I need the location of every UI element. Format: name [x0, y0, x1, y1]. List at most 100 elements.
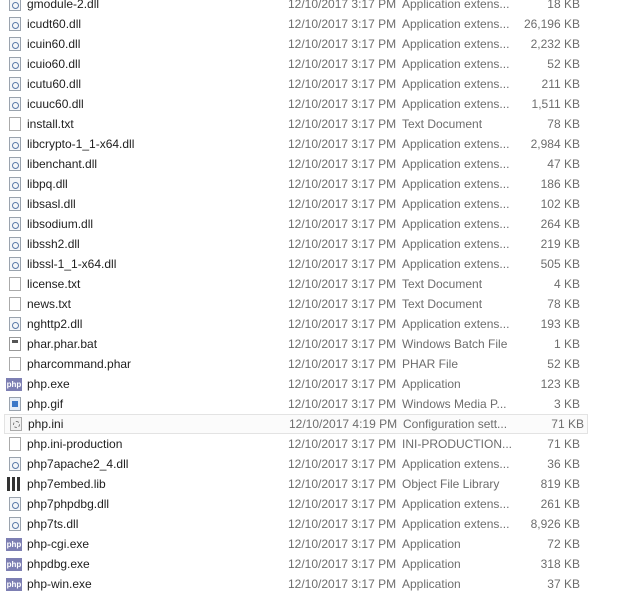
- file-name: libpq.dll: [27, 177, 68, 191]
- file-name: phar.phar.bat: [27, 337, 98, 351]
- file-type: Text Document: [402, 277, 483, 291]
- file-row[interactable]: icuuc60.dll 12/10/2017 3:17 PM Application…: [0, 94, 628, 114]
- file-name: icuuc60.dll: [27, 97, 84, 111]
- file-size: 72 KB: [547, 537, 580, 551]
- file-size: 3 KB: [553, 397, 580, 411]
- file-name: icuin60.dll: [27, 37, 81, 51]
- file-date-modified: 12/10/2017 3:17 PM: [288, 277, 397, 291]
- file-type: Application extens...: [402, 237, 510, 251]
- dll-file-icon: [9, 77, 21, 91]
- file-size: 102 KB: [540, 197, 580, 211]
- php-file-icon: php: [6, 538, 22, 551]
- file-row[interactable]: gmodule-2.dll 12/10/2017 3:17 PM Applicati…: [0, 0, 628, 14]
- txt-file-icon: [9, 357, 21, 371]
- file-name: icuio60.dll: [27, 57, 81, 71]
- file-size: 2,984 KB: [530, 137, 580, 151]
- file-type: Object File Library: [402, 477, 500, 491]
- file-name: phpdbg.exe: [27, 557, 90, 571]
- file-size: 211 KB: [541, 77, 580, 91]
- dll-file-icon: [9, 137, 21, 151]
- file-row[interactable]: libssl-1_1-x64.dll 12/10/2017 3:17 PM Appl…: [0, 254, 628, 274]
- file-type: Application extens...: [402, 257, 510, 271]
- file-type: Windows Media P...: [402, 397, 507, 411]
- file-name: icutu60.dll: [27, 77, 82, 91]
- file-row[interactable]: libenchant.dll 12/10/2017 3:17 PM Applicat…: [0, 154, 628, 174]
- file-date-modified: 12/10/2017 3:17 PM: [288, 217, 397, 231]
- dll-file-icon: [9, 237, 21, 251]
- file-date-modified: 12/10/2017 3:17 PM: [288, 457, 397, 471]
- file-name: libsasl.dll: [27, 197, 76, 211]
- file-name: php7phpdbg.dll: [27, 497, 110, 511]
- file-row[interactable]: news.txt 12/10/2017 3:17 PM Text Document 7…: [0, 294, 628, 314]
- dll-file-icon: [9, 17, 21, 31]
- file-name: license.txt: [27, 277, 81, 291]
- file-size: 71 KB: [547, 437, 580, 451]
- file-row[interactable]: php7embed.lib 12/10/2017 3:17 PM Object Fi…: [0, 474, 628, 494]
- dll-file-icon: [9, 0, 21, 11]
- file-size: 186 KB: [540, 177, 580, 191]
- file-row[interactable]: libpq.dll 12/10/2017 3:17 PM Application e…: [0, 174, 628, 194]
- file-name: libsodium.dll: [27, 217, 94, 231]
- file-row[interactable]: php.ini-production 12/10/2017 3:17 PM INI-…: [0, 434, 628, 454]
- file-date-modified: 12/10/2017 3:17 PM: [288, 437, 397, 451]
- file-date-modified: 12/10/2017 3:17 PM: [288, 577, 397, 591]
- dll-file-icon: [9, 97, 21, 111]
- file-size: 78 KB: [547, 297, 580, 311]
- file-date-modified: 12/10/2017 3:17 PM: [288, 257, 397, 271]
- file-row[interactable]: libsodium.dll 12/10/2017 3:17 PM Applicati…: [0, 214, 628, 234]
- file-row[interactable]: license.txt 12/10/2017 3:17 PM Text Docume…: [0, 274, 628, 294]
- file-name: icudt60.dll: [27, 17, 82, 31]
- file-row[interactable]: libssh2.dll 12/10/2017 3:17 PM Application…: [0, 234, 628, 254]
- ini-file-icon: [10, 417, 22, 431]
- file-size: 219 KB: [540, 237, 580, 251]
- file-date-modified: 12/10/2017 3:17 PM: [288, 317, 397, 331]
- file-row[interactable]: libcrypto-1_1-x64.dll 12/10/2017 3:17 PM A…: [0, 134, 628, 154]
- file-size: 1,511 KB: [531, 97, 580, 111]
- file-name: install.txt: [27, 117, 74, 131]
- file-name: php.exe: [27, 377, 70, 391]
- file-type: Application extens...: [402, 137, 510, 151]
- file-name: php.gif: [27, 397, 64, 411]
- file-size: 505 KB: [540, 257, 580, 271]
- file-row[interactable]: pharcommand.phar 12/10/2017 3:17 PM PHAR F…: [0, 354, 628, 374]
- file-name: php-cgi.exe: [27, 537, 90, 551]
- file-row[interactable]: php.gif 12/10/2017 3:17 PM Windows Media P…: [0, 394, 628, 414]
- file-date-modified: 12/10/2017 3:17 PM: [288, 197, 397, 211]
- file-row[interactable]: phar.phar.bat 12/10/2017 3:17 PM Windows B…: [0, 334, 628, 354]
- file-name: libssl-1_1-x64.dll: [27, 257, 117, 271]
- file-size: 37 KB: [547, 577, 580, 591]
- file-size: 2,232 KB: [530, 37, 580, 51]
- file-row[interactable]: icutu60.dll 12/10/2017 3:17 PM Application…: [0, 74, 628, 94]
- file-row[interactable]: php phpdbg.exe 12/10/2017 3:17 PM Applicati…: [0, 554, 628, 574]
- file-type: Application extens...: [402, 57, 510, 71]
- file-date-modified: 12/10/2017 3:17 PM: [288, 57, 397, 71]
- file-date-modified: 12/10/2017 3:17 PM: [288, 537, 397, 551]
- file-row[interactable]: nghttp2.dll 12/10/2017 3:17 PM Application…: [0, 314, 628, 334]
- file-row[interactable]: php php.exe 12/10/2017 3:17 PM Application 1…: [0, 374, 628, 394]
- txt-file-icon: [9, 297, 21, 311]
- file-type: Application: [402, 577, 461, 591]
- dll-file-icon: [9, 257, 21, 271]
- file-row[interactable]: install.txt 12/10/2017 3:17 PM Text Docume…: [0, 114, 628, 134]
- file-size: 36 KB: [547, 457, 580, 471]
- dll-file-icon: [9, 217, 21, 231]
- file-row[interactable]: icudt60.dll 12/10/2017 3:17 PM Application…: [0, 14, 628, 34]
- dll-file-icon: [9, 317, 21, 331]
- file-date-modified: 12/10/2017 3:17 PM: [288, 517, 397, 531]
- file-date-modified: 12/10/2017 3:17 PM: [288, 237, 397, 251]
- file-row[interactable]: php7phpdbg.dll 12/10/2017 3:17 PM Applicat…: [0, 494, 628, 514]
- file-name: gmodule-2.dll: [27, 0, 100, 11]
- file-row[interactable]: php.ini 12/10/2017 4:19 PM Configuration s…: [4, 414, 588, 434]
- file-row[interactable]: php php-cgi.exe 12/10/2017 3:17 PM Applicat…: [0, 534, 628, 554]
- file-type: Application extens...: [402, 217, 510, 231]
- file-row[interactable]: libsasl.dll 12/10/2017 3:17 PM Application…: [0, 194, 628, 214]
- file-size: 4 KB: [553, 277, 580, 291]
- file-date-modified: 12/10/2017 3:17 PM: [288, 377, 397, 391]
- file-row[interactable]: php php-win.exe 12/10/2017 3:17 PM Applicat…: [0, 574, 628, 594]
- file-row[interactable]: icuio60.dll 12/10/2017 3:17 PM Application…: [0, 54, 628, 74]
- file-size: 71 KB: [551, 417, 584, 431]
- file-row[interactable]: php7ts.dll 12/10/2017 3:17 PM Application …: [0, 514, 628, 534]
- file-row[interactable]: php7apache2_4.dll 12/10/2017 3:17 PM Appli…: [0, 454, 628, 474]
- file-row[interactable]: icuin60.dll 12/10/2017 3:17 PM Application…: [0, 34, 628, 54]
- file-type: Text Document: [402, 117, 483, 131]
